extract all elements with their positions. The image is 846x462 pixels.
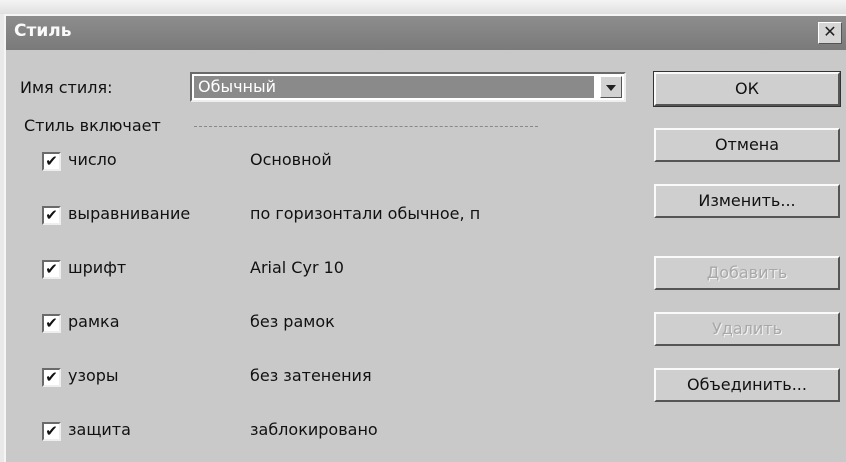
style-name-combobox[interactable]: Обычный	[190, 72, 626, 102]
style-dialog: Стиль ✕ Имя стиля: Обычный Стиль включае…	[4, 14, 846, 462]
close-button[interactable]: ✕	[818, 22, 842, 44]
option-value: Основной	[250, 150, 332, 169]
chevron-down-icon	[606, 85, 616, 91]
modify-button[interactable]: Изменить...	[654, 184, 840, 218]
option-label[interactable]: шрифт	[68, 258, 126, 277]
delete-button: Удалить	[654, 312, 840, 346]
title-bar[interactable]: Стиль ✕	[6, 16, 846, 50]
option-label[interactable]: рамка	[68, 312, 120, 331]
option-value: Arial Cyr 10	[250, 258, 344, 277]
option-label[interactable]: узоры	[68, 366, 119, 385]
checkbox-protection[interactable]: ✔	[42, 422, 61, 441]
option-label[interactable]: защита	[68, 420, 131, 439]
group-label: Стиль включает	[24, 116, 161, 135]
checkbox-alignment[interactable]: ✔	[42, 206, 61, 225]
ok-button[interactable]: ОК	[653, 71, 841, 107]
option-value: заблокировано	[250, 420, 378, 439]
checkbox-border[interactable]: ✔	[42, 314, 61, 333]
style-name-value[interactable]: Обычный	[194, 76, 594, 98]
cancel-button[interactable]: Отмена	[654, 128, 840, 162]
option-value: без затенения	[250, 366, 372, 385]
merge-button[interactable]: Объединить...	[654, 368, 840, 402]
background-strip	[0, 0, 846, 14]
option-label[interactable]: выравнивание	[68, 204, 190, 223]
window-title: Стиль	[14, 21, 72, 41]
group-divider	[194, 126, 538, 127]
checkbox-patterns[interactable]: ✔	[42, 368, 61, 387]
option-value: без рамок	[250, 312, 335, 331]
style-name-label: Имя стиля:	[20, 78, 113, 97]
dropdown-button[interactable]	[600, 76, 622, 98]
option-label[interactable]: число	[68, 150, 117, 169]
checkbox-number[interactable]: ✔	[42, 152, 61, 171]
option-value: по горизонтали обычное, п	[250, 204, 481, 223]
checkbox-font[interactable]: ✔	[42, 260, 61, 279]
add-button: Добавить	[654, 256, 840, 290]
close-icon: ✕	[823, 22, 837, 41]
